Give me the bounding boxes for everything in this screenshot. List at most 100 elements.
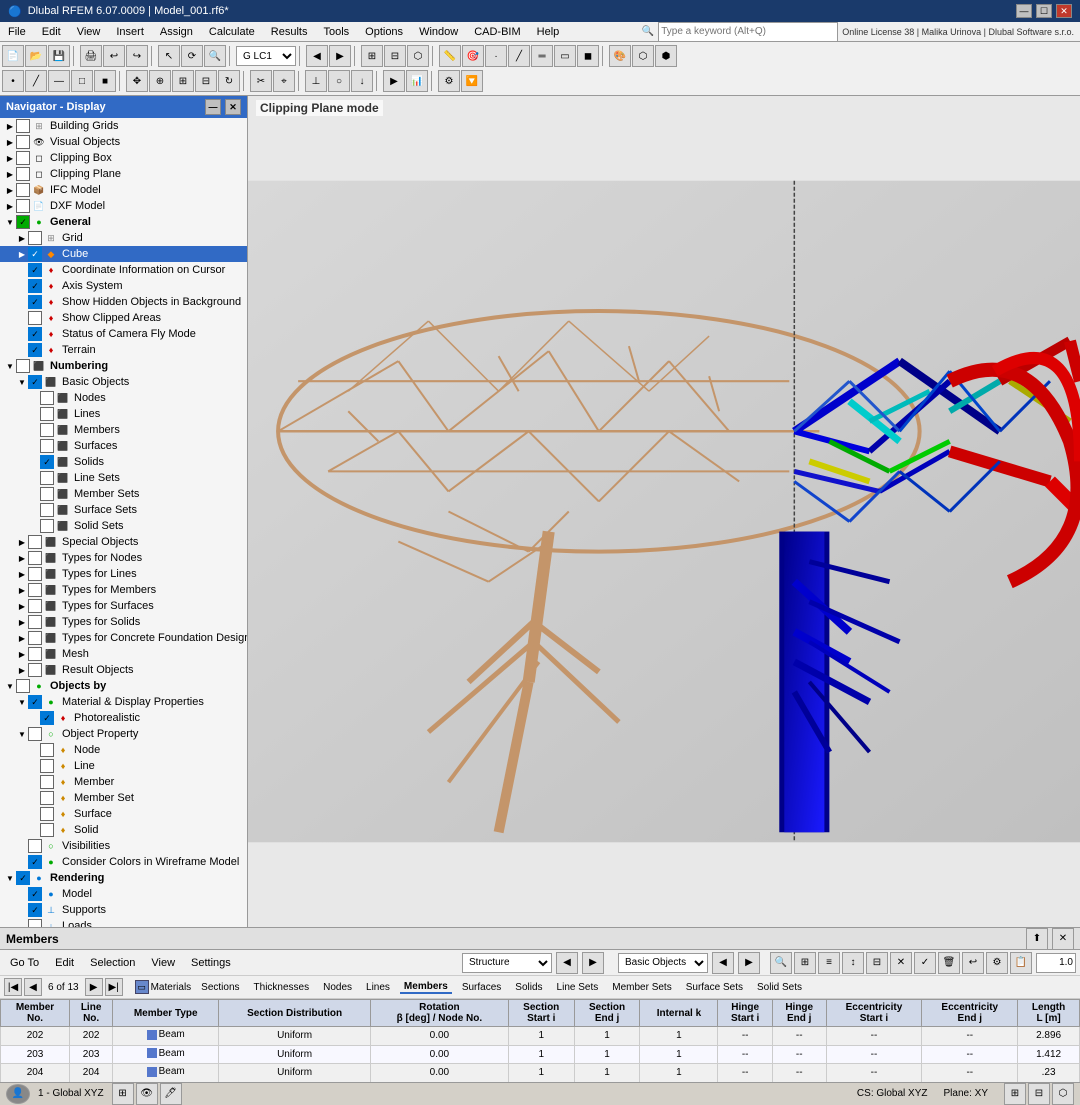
checkbox[interactable] xyxy=(40,743,54,757)
col-line-no[interactable]: LineNo. xyxy=(70,1000,113,1027)
checkbox[interactable] xyxy=(16,871,30,885)
checkbox[interactable] xyxy=(28,599,42,613)
filter2-prev[interactable]: ◀ xyxy=(712,952,734,974)
menu-insert[interactable]: Insert xyxy=(108,24,152,40)
checkbox[interactable] xyxy=(28,615,42,629)
tree-item-coord-info[interactable]: ♦ Coordinate Information on Cursor xyxy=(0,262,247,278)
checkbox[interactable] xyxy=(28,567,42,581)
col-rotation[interactable]: Rotationβ [deg] / Node No. xyxy=(370,1000,508,1027)
solids-tab-bottom[interactable]: Solids xyxy=(511,982,546,993)
checkbox[interactable] xyxy=(16,151,30,165)
checkbox[interactable] xyxy=(16,135,30,149)
checkbox[interactable] xyxy=(28,663,42,677)
tb-print[interactable]: 🖨 xyxy=(80,45,102,67)
tree-item-view-cube[interactable]: ▶ ◆ Cube xyxy=(0,246,247,262)
tree-item-surface[interactable]: ♦ Surface xyxy=(0,806,247,822)
tree-item-grid[interactable]: ▶ ⊞ Grid xyxy=(0,230,247,246)
menu-help[interactable]: Help xyxy=(529,24,568,40)
checkbox[interactable] xyxy=(16,199,30,213)
status-btn2[interactable]: 👁 xyxy=(136,1083,158,1105)
checkbox[interactable] xyxy=(28,903,42,917)
tb-node-new[interactable]: • xyxy=(2,70,24,92)
membersets-tab-bottom[interactable]: Member Sets xyxy=(608,982,675,993)
tree-item-basic-objects[interactable]: ▼ ⬛ Basic Objects xyxy=(0,374,247,390)
col-member-no[interactable]: MemberNo. xyxy=(1,1000,70,1027)
tb-filter4[interactable]: ↕ xyxy=(842,952,864,974)
tb-filter3[interactable]: ≡ xyxy=(818,952,840,974)
checkbox[interactable] xyxy=(40,791,54,805)
selection-btn[interactable]: Selection xyxy=(84,955,141,971)
tree-item-building-grids[interactable]: ▶ ⊞ Building Grids xyxy=(0,118,247,134)
tb-settings2[interactable]: ⚙ xyxy=(438,70,460,92)
checkbox[interactable] xyxy=(16,119,30,133)
status-right-btn2[interactable]: ⊟ xyxy=(1028,1083,1050,1105)
nav-close[interactable]: ✕ xyxy=(225,99,241,115)
lines-tab-bottom[interactable]: Lines xyxy=(362,982,394,993)
checkbox[interactable] xyxy=(28,855,42,869)
tb-render[interactable]: 🎨 xyxy=(609,45,631,67)
tree-item-ifc[interactable]: ▶ 📦 IFC Model xyxy=(0,182,247,198)
table-row[interactable]: 202 202 Beam Uniform 0.00 1 1 1 -- -- --… xyxy=(1,1027,1080,1046)
tb-calc[interactable]: ▶ xyxy=(383,70,405,92)
menu-options[interactable]: Options xyxy=(357,24,411,40)
solidsets-tab-bottom[interactable]: Solid Sets xyxy=(753,982,806,993)
nav-minimize[interactable]: — xyxy=(205,99,221,115)
tree-item-show-clipped[interactable]: ♦ Show Clipped Areas xyxy=(0,310,247,326)
members-close[interactable]: ✕ xyxy=(1052,928,1074,950)
settings-btn[interactable]: Settings xyxy=(185,955,237,971)
tb-split[interactable]: ✂ xyxy=(250,70,272,92)
tree-item-member-sets[interactable]: ⬛ Member Sets xyxy=(0,486,247,502)
checkbox[interactable] xyxy=(40,423,54,437)
table-row[interactable]: 204 204 Beam Uniform 0.00 1 1 1 -- -- --… xyxy=(1,1064,1080,1083)
tb-line-new[interactable]: ╱ xyxy=(25,70,47,92)
close-button[interactable]: ✕ xyxy=(1056,4,1072,18)
sections-tab[interactable]: Sections xyxy=(197,982,243,993)
tree-item-types-concrete[interactable]: ▶ ⬛ Types for Concrete Foundation Design xyxy=(0,630,247,646)
col-member-type[interactable]: Member Type xyxy=(113,1000,219,1027)
tree-item-line-sets[interactable]: ⬛ Line Sets xyxy=(0,470,247,486)
checkbox[interactable] xyxy=(28,343,42,357)
tb-members[interactable]: ═ xyxy=(531,45,553,67)
tb-select[interactable]: ↖ xyxy=(158,45,180,67)
surfacesets-tab-bottom[interactable]: Surface Sets xyxy=(682,982,747,993)
tb-filter10[interactable]: ⚙ xyxy=(986,952,1008,974)
checkbox[interactable] xyxy=(28,647,42,661)
tb-merge[interactable]: ⌖ xyxy=(273,70,295,92)
tree-item-member[interactable]: ♦ Member xyxy=(0,774,247,790)
checkbox[interactable] xyxy=(28,311,42,325)
tb-wire[interactable]: ⬡ xyxy=(632,45,654,67)
tb-support[interactable]: ⊥ xyxy=(305,70,327,92)
tb-load[interactable]: ↓ xyxy=(351,70,373,92)
tb-undo[interactable]: ↩ xyxy=(103,45,125,67)
tree-item-solids-num[interactable]: ⬛ Solids xyxy=(0,454,247,470)
tb-filter1[interactable]: 🔍 xyxy=(770,952,792,974)
col-section-starti[interactable]: SectionStart i xyxy=(508,1000,574,1027)
tree-item-consider-colors[interactable]: ● Consider Colors in Wireframe Model xyxy=(0,854,247,870)
menu-view[interactable]: View xyxy=(69,24,109,40)
nav-prev[interactable]: ◀ xyxy=(24,978,42,996)
tree-item-camera[interactable]: ♦ Status of Camera Fly Mode xyxy=(0,326,247,342)
tree-item-clipping-box[interactable]: ▶ ◻ Clipping Box xyxy=(0,150,247,166)
checkbox[interactable] xyxy=(28,279,42,293)
tb-surfaces[interactable]: ▭ xyxy=(554,45,576,67)
tb-filter5[interactable]: ⊟ xyxy=(866,952,888,974)
tree-item-nodes[interactable]: ⬛ Nodes xyxy=(0,390,247,406)
tree-item-axis[interactable]: ♦ Axis System xyxy=(0,278,247,294)
checkbox[interactable] xyxy=(28,295,42,309)
tb-solids[interactable]: ◼ xyxy=(577,45,599,67)
tree-item-surface-sets[interactable]: ⬛ Surface Sets xyxy=(0,502,247,518)
menu-assign[interactable]: Assign xyxy=(152,24,201,40)
checkbox[interactable] xyxy=(40,487,54,501)
tb-filter8[interactable]: 🗑 xyxy=(938,952,960,974)
tree-item-result-objects[interactable]: ▶ ⬛ Result Objects xyxy=(0,662,247,678)
checkbox[interactable] xyxy=(40,759,54,773)
status-right-btn3[interactable]: ⬡ xyxy=(1052,1083,1074,1105)
zoom-input[interactable] xyxy=(1036,953,1076,973)
col-length[interactable]: LengthL [m] xyxy=(1018,1000,1080,1027)
maximize-button[interactable]: ☐ xyxy=(1036,4,1052,18)
tb-new[interactable]: 📄 xyxy=(2,45,24,67)
tb-save[interactable]: 💾 xyxy=(48,45,70,67)
checkbox[interactable] xyxy=(40,823,54,837)
tb-solid[interactable]: ⬢ xyxy=(655,45,677,67)
tree-item-solid[interactable]: ♦ Solid xyxy=(0,822,247,838)
